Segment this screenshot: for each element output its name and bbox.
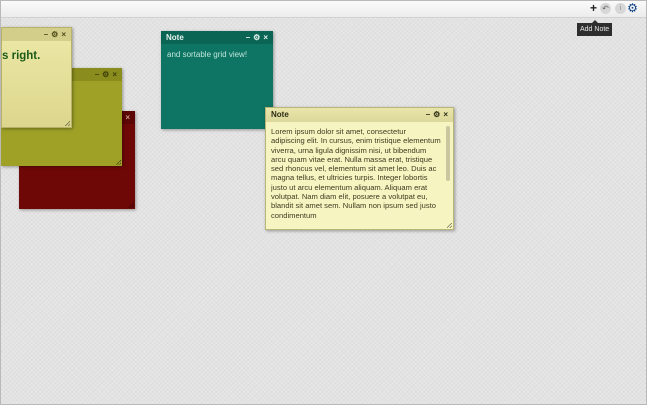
info-icon[interactable]: i: [615, 3, 626, 14]
minimize-icon[interactable]: –: [426, 108, 431, 122]
note-main[interactable]: Note – ⚙ × Lorem ipsum dolor sit amet, con…: [265, 107, 454, 230]
note-controls: –⚙×: [244, 31, 269, 44]
note-settings-icon[interactable]: ⚙: [253, 31, 261, 44]
note-header[interactable]: Note – ⚙ ×: [266, 108, 453, 122]
close-icon[interactable]: ×: [443, 108, 449, 122]
close-icon[interactable]: ×: [61, 28, 67, 41]
add-note-button[interactable]: +: [589, 2, 598, 14]
top-toolbar: + ↶ i ⚙: [1, 1, 646, 18]
undo-icon[interactable]: ↶: [600, 3, 611, 14]
resize-handle[interactable]: [116, 160, 121, 165]
note-settings-icon[interactable]: ⚙: [51, 28, 59, 41]
close-icon[interactable]: ×: [263, 31, 269, 44]
note-header[interactable]: Note – ⚙ ×: [161, 31, 273, 44]
minimize-icon[interactable]: –: [95, 68, 100, 81]
note-body-text[interactable]: s right.: [2, 50, 40, 62]
note-controls: –⚙×: [42, 28, 67, 41]
note-controls: –⚙×: [424, 108, 449, 122]
note-controls: –⚙×: [93, 68, 118, 81]
note-teal[interactable]: Note – ⚙ × and sortable grid view!: [161, 31, 273, 129]
resize-handle[interactable]: [65, 121, 70, 126]
note-yellow[interactable]: – ⚙ × s right.: [1, 27, 72, 128]
note-title: Note: [166, 33, 184, 42]
resize-handle[interactable]: [447, 223, 452, 228]
note-body-text[interactable]: Lorem ipsum dolor sit amet, consectetur …: [271, 127, 441, 229]
app-window: + ↶ i ⚙ Add Note –⚙× –⚙× –⚙×: [0, 0, 647, 405]
note-title: Note: [271, 110, 289, 119]
note-settings-icon[interactable]: ⚙: [102, 68, 110, 81]
note-scrollbar[interactable]: [446, 126, 450, 181]
settings-gear-icon[interactable]: ⚙: [627, 2, 638, 14]
note-header[interactable]: –⚙×: [2, 28, 71, 41]
minimize-icon[interactable]: –: [246, 31, 251, 44]
minimize-icon[interactable]: –: [44, 28, 49, 41]
close-icon[interactable]: ×: [125, 111, 131, 124]
note-body-text[interactable]: and sortable grid view!: [167, 50, 247, 59]
close-icon[interactable]: ×: [112, 68, 118, 81]
add-note-tooltip: Add Note: [577, 20, 613, 36]
resize-handle[interactable]: [129, 203, 134, 208]
note-settings-icon[interactable]: ⚙: [433, 108, 441, 122]
